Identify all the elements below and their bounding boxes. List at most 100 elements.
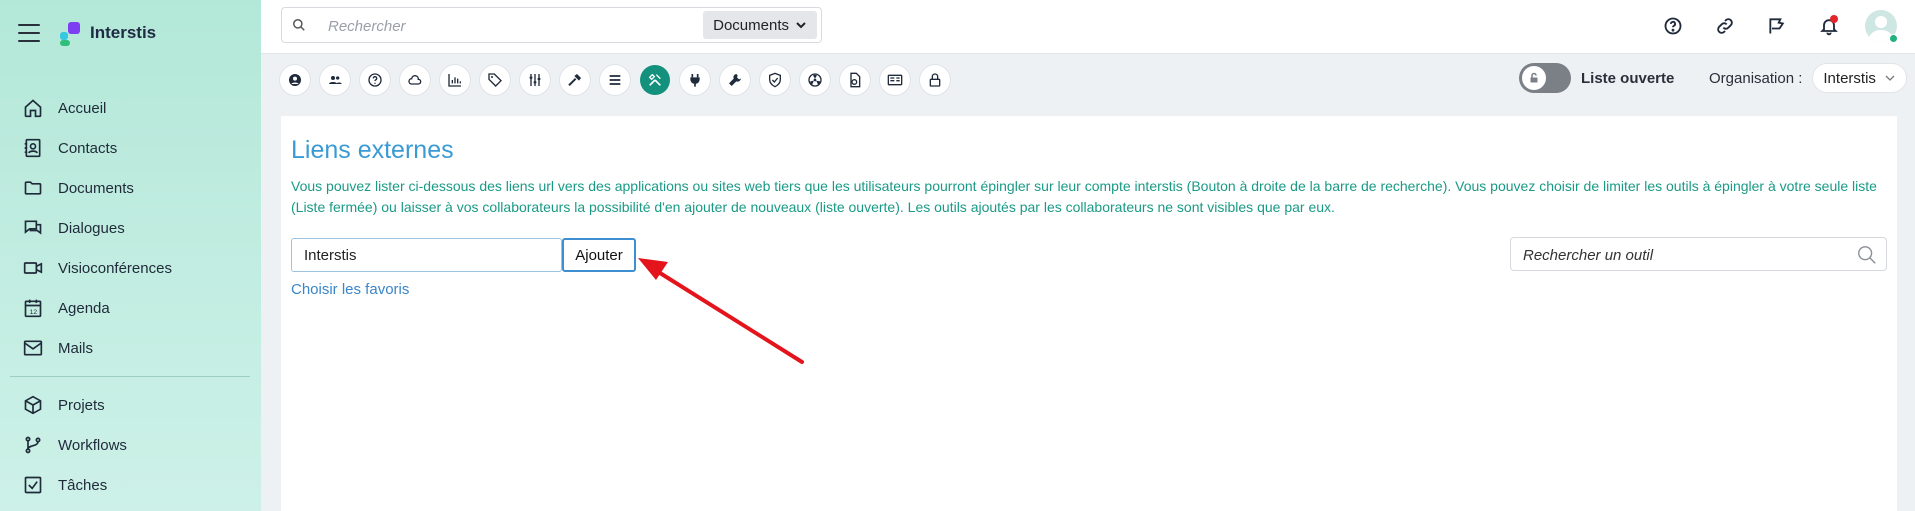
sidebar-item-label: Workflows xyxy=(58,436,127,454)
organisation-select[interactable]: Interstis xyxy=(1812,63,1907,93)
sidebar-item-mails[interactable]: Mails xyxy=(10,328,250,368)
help-icon[interactable] xyxy=(1657,10,1689,42)
tool-button-lock[interactable] xyxy=(920,65,950,95)
sidebar-divider xyxy=(10,376,250,377)
menu-icon[interactable] xyxy=(18,24,40,42)
folder-icon xyxy=(22,177,44,199)
sidebar-item-label: Contacts xyxy=(58,139,118,157)
branch-icon xyxy=(22,434,44,456)
video-icon xyxy=(22,257,44,279)
sidebar-nav: Accueil Contacts Documents Dialogues Vis… xyxy=(10,88,250,505)
brand-name: Interstis xyxy=(90,23,157,42)
search-icon xyxy=(292,18,306,37)
chat-icon xyxy=(22,217,44,239)
users-icon xyxy=(329,76,342,84)
online-status-dot xyxy=(1889,34,1898,43)
tool-search-input[interactable] xyxy=(1523,243,1843,267)
wrench-icon xyxy=(729,74,741,86)
tool-search xyxy=(1510,237,1887,271)
tool-button-shield-check[interactable] xyxy=(760,65,790,95)
plug-icon xyxy=(690,74,700,87)
tool-button-plug[interactable] xyxy=(680,65,710,95)
tool-button-wrench[interactable] xyxy=(720,65,750,95)
tool-button-user[interactable] xyxy=(280,65,310,95)
tool-button-id-card[interactable] xyxy=(880,65,910,95)
sidebar-item-label: Accueil xyxy=(58,99,107,117)
contacts-icon xyxy=(22,137,44,159)
tool-button-radiation[interactable] xyxy=(800,65,830,95)
flag-chat-icon[interactable] xyxy=(1761,10,1793,42)
sidebar-item-projets[interactable]: Projets xyxy=(10,385,250,425)
logo-icon xyxy=(56,20,82,46)
tool-button-cloud[interactable] xyxy=(400,65,430,95)
lock-icon xyxy=(1522,66,1546,90)
cube-icon xyxy=(22,394,44,416)
checkbox-icon xyxy=(22,474,44,496)
id-card-icon xyxy=(887,74,903,86)
search-scope-value: Documents xyxy=(713,16,789,34)
tool-button-users[interactable] xyxy=(320,65,350,95)
search-input[interactable] xyxy=(328,14,658,38)
tool-button-list[interactable] xyxy=(600,65,630,95)
link-icon[interactable] xyxy=(1709,10,1741,42)
external-links-panel: Liens externes Vous pouvez lister ci-des… xyxy=(281,116,1897,511)
list-icon xyxy=(609,75,621,85)
sidebar-item-label: Projets xyxy=(58,396,105,414)
sidebar-item-label: Agenda xyxy=(58,299,110,317)
bell-icon[interactable] xyxy=(1813,10,1845,42)
list-mode-toggle-group: Liste ouverte xyxy=(1519,63,1674,93)
sidebar-item-label: Visioconférences xyxy=(58,259,172,277)
tag-icon xyxy=(488,73,502,87)
svg-text:12: 12 xyxy=(30,309,38,316)
tool-button-hammer[interactable] xyxy=(560,65,590,95)
chart-icon xyxy=(448,74,461,87)
mail-icon xyxy=(22,337,44,359)
sidebar-item-accueil[interactable]: Accueil xyxy=(10,88,250,128)
sidebar-item-documents[interactable]: Documents xyxy=(10,168,250,208)
tools-icon xyxy=(648,73,661,86)
sidebar-item-label: Tâches xyxy=(58,476,108,494)
sidebar: Interstis Accueil Contacts Documents Dia… xyxy=(0,0,261,511)
tool-button-sliders[interactable] xyxy=(520,65,550,95)
calendar-icon: 12 xyxy=(22,297,44,319)
page-description: Vous pouvez lister ci-dessous des liens … xyxy=(291,178,1877,215)
organisation-value: Interstis xyxy=(1823,69,1876,87)
sidebar-item-visio[interactable]: Visioconférences xyxy=(10,248,250,288)
sidebar-item-taches[interactable]: Tâches xyxy=(10,465,250,505)
page-title: Liens externes xyxy=(291,136,454,164)
user-avatar[interactable] xyxy=(1865,10,1898,43)
home-icon xyxy=(22,97,44,119)
hammer-icon xyxy=(568,74,581,87)
chevron-down-icon xyxy=(796,22,806,29)
sidebar-item-label: Documents xyxy=(58,179,134,197)
add-button[interactable]: Ajouter xyxy=(562,238,636,272)
topbar: Documents xyxy=(261,0,1915,54)
user-icon xyxy=(289,74,301,86)
search-icon[interactable] xyxy=(1856,244,1878,271)
list-mode-toggle[interactable] xyxy=(1519,63,1571,93)
list-mode-label: Liste ouverte xyxy=(1581,69,1675,87)
lock-icon xyxy=(929,73,941,87)
sidebar-item-dialogues[interactable]: Dialogues xyxy=(10,208,250,248)
notification-dot xyxy=(1830,15,1838,23)
tool-button-tag[interactable] xyxy=(480,65,510,95)
new-link-input[interactable] xyxy=(291,238,562,272)
sidebar-item-workflows[interactable]: Workflows xyxy=(10,425,250,465)
sidebar-item-label: Mails xyxy=(58,339,94,357)
tool-button-document-gear[interactable] xyxy=(840,65,870,95)
radiation-icon xyxy=(808,73,822,87)
brand-logo[interactable]: Interstis xyxy=(56,20,156,46)
tool-button-chart[interactable] xyxy=(440,65,470,95)
sidebar-item-agenda[interactable]: 12 Agenda xyxy=(10,288,250,328)
topbar-actions xyxy=(1657,10,1898,43)
chevron-down-icon xyxy=(1885,75,1895,81)
tool-button-help[interactable] xyxy=(360,65,390,95)
sliders-icon xyxy=(529,74,541,86)
sidebar-item-contacts[interactable]: Contacts xyxy=(10,128,250,168)
tool-button-tools[interactable] xyxy=(640,65,670,95)
organisation-label: Organisation : xyxy=(1709,69,1803,87)
help-icon xyxy=(368,73,382,87)
organisation-selector: Organisation : Interstis xyxy=(1709,63,1907,93)
search-scope-select[interactable]: Documents xyxy=(703,11,817,39)
choose-favorites-link[interactable]: Choisir les favoris xyxy=(291,281,409,298)
